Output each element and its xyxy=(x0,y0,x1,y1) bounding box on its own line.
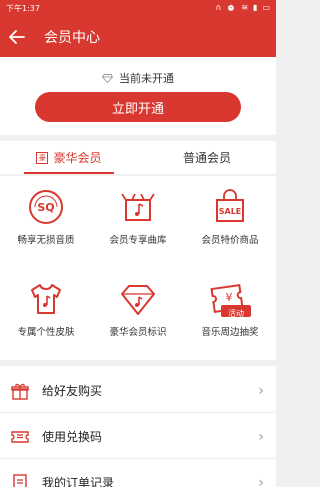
order-icon xyxy=(10,473,30,487)
status-bar: 下午1:37 ∩ ⏰ ≋ ▮ ▭ xyxy=(0,0,276,16)
back-arrow-icon xyxy=(9,29,25,44)
luxury-tab-icon: 豪 xyxy=(36,151,49,164)
feature-label: 会员特价商品 xyxy=(201,235,259,246)
feature-grid: SQ 畅享无损音质 会员专享曲库 SALE 会员特价商品 专属个性皮肤 豪华会员… xyxy=(0,176,276,360)
chevron-right-icon: › xyxy=(258,428,264,445)
svg-text:¥: ¥ xyxy=(226,291,233,304)
chevron-right-icon: › xyxy=(258,382,264,399)
tab-normal-member[interactable]: 普通会员 xyxy=(138,141,276,174)
feature-label: 专属个性皮肤 xyxy=(17,327,75,338)
page-title: 会员中心 xyxy=(44,29,100,46)
svg-text:SALE: SALE xyxy=(219,207,242,216)
list-item-label: 我的订单记录 xyxy=(42,476,115,487)
tab-label: 豪华会员 xyxy=(53,151,102,165)
tab-luxury-member[interactable]: 豪 豪华会员 xyxy=(0,141,138,174)
activate-button[interactable]: 立即开通 xyxy=(35,92,241,122)
action-list: 给好友购买 › 使用兑换码 › 我的订单记录 › xyxy=(0,366,276,487)
feature-item[interactable]: 专属个性皮肤 xyxy=(0,268,92,360)
feature-item[interactable]: 豪华会员标识 xyxy=(92,268,184,360)
music-box-icon xyxy=(121,193,155,221)
wifi-icon: ≋ xyxy=(241,3,249,12)
tshirt-icon xyxy=(31,284,61,314)
sale-bag-icon: SALE xyxy=(216,189,244,222)
feature-label: 音乐周边抽奖 xyxy=(201,327,259,338)
feature-item[interactable]: SALE 会员特价商品 xyxy=(184,176,276,268)
chevron-right-icon: › xyxy=(258,474,264,487)
list-item-label: 使用兑换码 xyxy=(42,430,103,444)
tab-label: 普通会员 xyxy=(182,151,231,165)
order-record-item[interactable]: 我的订单记录 › xyxy=(0,461,276,487)
membership-tabs: 豪 豪华会员 普通会员 xyxy=(0,141,276,175)
headphone-icon: ∩ xyxy=(215,3,222,12)
diamond-badge-icon xyxy=(121,285,155,315)
feature-label: 畅享无损音质 xyxy=(17,235,75,246)
activity-badge: 活动 xyxy=(228,309,244,318)
list-item-label: 给好友购买 xyxy=(42,384,103,398)
feature-item[interactable]: ¥ 活动 音乐周边抽奖 xyxy=(184,268,276,360)
alarm-icon: ⏰ xyxy=(226,3,237,12)
signal-icon: ▮ xyxy=(253,3,258,12)
svg-text:SQ: SQ xyxy=(37,201,54,214)
app-bar: 会员中心 xyxy=(0,16,276,57)
status-time: 下午1:37 xyxy=(6,3,40,13)
gift-icon xyxy=(10,381,30,401)
feature-label: 豪华会员标识 xyxy=(109,327,167,338)
feature-label: 会员专享曲库 xyxy=(109,235,167,246)
back-button[interactable] xyxy=(0,16,34,57)
gift-friend-item[interactable]: 给好友购买 › xyxy=(0,369,276,413)
membership-status: 当前未开通 xyxy=(0,70,276,86)
status-icons: ∩ ⏰ ≋ ▮ ▭ xyxy=(216,4,271,12)
feature-item[interactable]: SQ 畅享无损音质 xyxy=(0,176,92,268)
redeem-code-item[interactable]: 使用兑换码 › xyxy=(0,415,276,459)
feature-item[interactable]: 会员专享曲库 xyxy=(92,176,184,268)
status-text: 当前未开通 xyxy=(119,72,174,85)
diamond-icon xyxy=(102,73,113,83)
sq-quality-icon: SQ xyxy=(29,190,63,224)
battery-icon: ▭ xyxy=(262,3,270,12)
ticket-icon xyxy=(10,427,30,447)
membership-status-card: 当前未开通 立即开通 xyxy=(0,57,276,135)
